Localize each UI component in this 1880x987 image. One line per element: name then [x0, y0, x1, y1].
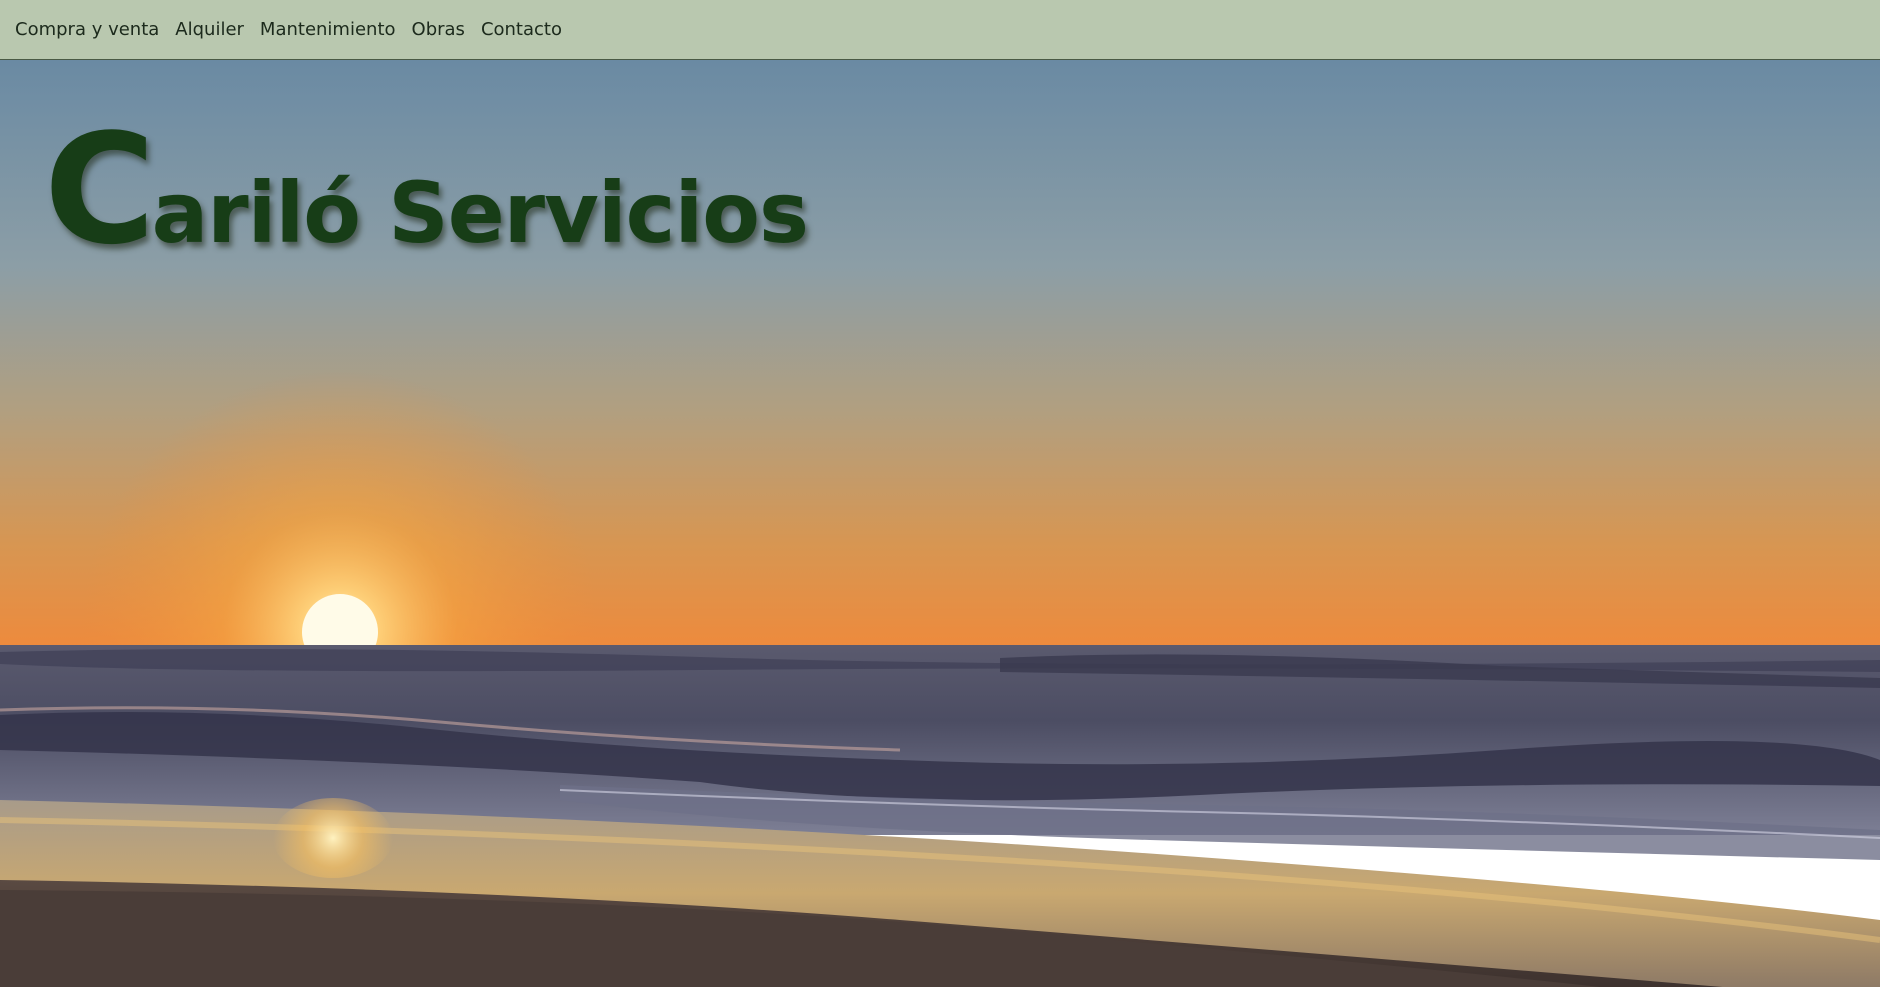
nav-link-compra-y-venta[interactable]: Compra y venta	[15, 19, 159, 40]
top-navbar: Compra y venta Alquiler Mantenimiento Ob…	[0, 0, 1880, 60]
site-title-rest: ariló Servicios	[151, 164, 809, 262]
nav-link-mantenimiento[interactable]: Mantenimiento	[260, 19, 396, 40]
site-title: Cariló Servicios	[44, 114, 809, 266]
hero-banner: Cariló Servicios	[0, 60, 1880, 987]
nav-link-obras[interactable]: Obras	[412, 19, 465, 40]
site-title-initial: C	[44, 101, 156, 278]
nav-link-contacto[interactable]: Contacto	[481, 19, 562, 40]
nav-link-alquiler[interactable]: Alquiler	[175, 19, 244, 40]
